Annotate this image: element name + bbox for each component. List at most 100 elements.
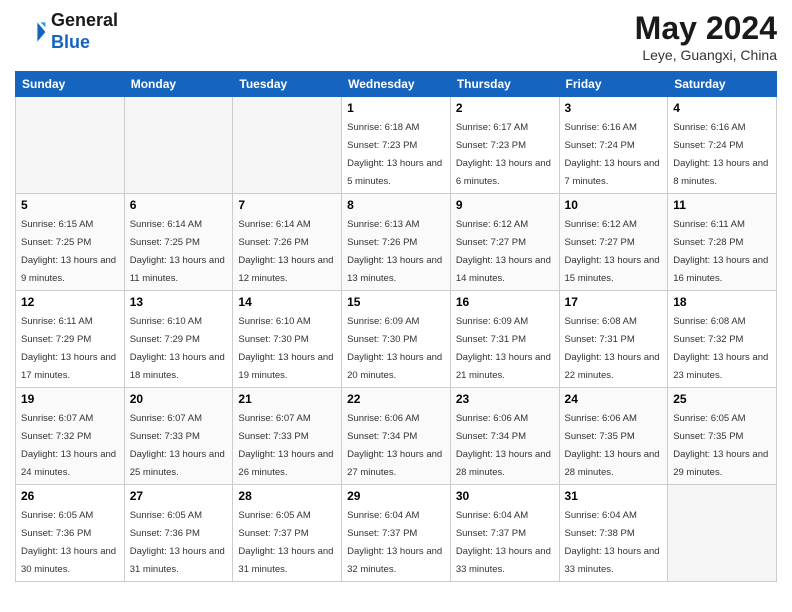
calendar-cell: 6 Sunrise: 6:14 AMSunset: 7:25 PMDaylight… <box>124 194 233 291</box>
cell-info: Sunrise: 6:04 AMSunset: 7:37 PMDaylight:… <box>347 510 442 575</box>
cell-info: Sunrise: 6:12 AMSunset: 7:27 PMDaylight:… <box>565 219 660 284</box>
calendar-cell: 21 Sunrise: 6:07 AMSunset: 7:33 PMDayligh… <box>233 388 342 485</box>
calendar-cell: 5 Sunrise: 6:15 AMSunset: 7:25 PMDaylight… <box>16 194 125 291</box>
calendar-week-1: 1Sunrise: 6:18 AMSunset: 7:23 PMDaylight… <box>16 97 777 194</box>
cell-info: Sunrise: 6:06 AMSunset: 7:35 PMDaylight:… <box>565 413 660 478</box>
day-number: 18 <box>673 295 771 309</box>
cell-info: Sunrise: 6:10 AMSunset: 7:29 PMDaylight:… <box>130 316 225 381</box>
col-monday: Monday <box>124 72 233 97</box>
day-number: 4 <box>673 101 771 115</box>
calendar-cell: 14Sunrise: 6:10 AMSunset: 7:30 PMDayligh… <box>233 291 342 388</box>
calendar-cell <box>668 485 777 582</box>
day-number: 27 <box>130 489 228 503</box>
day-number: 22 <box>347 392 445 406</box>
cell-info: Sunrise: 6:15 AMSunset: 7:25 PMDaylight:… <box>21 219 116 284</box>
cell-info: Sunrise: 6:11 AMSunset: 7:29 PMDaylight:… <box>21 316 116 381</box>
cell-info: Sunrise: 6:04 AMSunset: 7:38 PMDaylight:… <box>565 510 660 575</box>
cell-info: Sunrise: 6:05 AMSunset: 7:36 PMDaylight:… <box>130 510 225 575</box>
day-number: 14 <box>238 295 336 309</box>
calendar-cell: 1Sunrise: 6:18 AMSunset: 7:23 PMDaylight… <box>342 97 451 194</box>
cell-info: Sunrise: 6:07 AMSunset: 7:33 PMDaylight:… <box>130 413 225 478</box>
day-number: 11 <box>673 198 771 212</box>
day-number: 30 <box>456 489 554 503</box>
day-number: 19 <box>21 392 119 406</box>
calendar-cell <box>16 97 125 194</box>
day-number: 24 <box>565 392 663 406</box>
day-number: 15 <box>347 295 445 309</box>
calendar-cell <box>233 97 342 194</box>
col-wednesday: Wednesday <box>342 72 451 97</box>
calendar-week-3: 12 Sunrise: 6:11 AMSunset: 7:29 PMDayligh… <box>16 291 777 388</box>
cell-info: Sunrise: 6:14 AMSunset: 7:25 PMDaylight:… <box>130 219 225 284</box>
header-row: Sunday Monday Tuesday Wednesday Thursday… <box>16 72 777 97</box>
logo: General Blue <box>15 10 118 53</box>
cell-info: Sunrise: 6:16 AMSunset: 7:24 PMDaylight:… <box>565 122 660 187</box>
calendar-cell: 20 Sunrise: 6:07 AMSunset: 7:33 PMDayligh… <box>124 388 233 485</box>
calendar-cell: 16Sunrise: 6:09 AMSunset: 7:31 PMDayligh… <box>450 291 559 388</box>
calendar-cell: 9Sunrise: 6:12 AMSunset: 7:27 PMDaylight… <box>450 194 559 291</box>
calendar-week-5: 26 Sunrise: 6:05 AMSunset: 7:36 PMDayligh… <box>16 485 777 582</box>
cell-info: Sunrise: 6:05 AMSunset: 7:35 PMDaylight:… <box>673 413 768 478</box>
calendar-cell: 22 Sunrise: 6:06 AMSunset: 7:34 PMDayligh… <box>342 388 451 485</box>
calendar-cell: 19Sunrise: 6:07 AMSunset: 7:32 PMDayligh… <box>16 388 125 485</box>
calendar-cell: 2 Sunrise: 6:17 AMSunset: 7:23 PMDaylight… <box>450 97 559 194</box>
cell-info: Sunrise: 6:06 AMSunset: 7:34 PMDaylight:… <box>347 413 442 478</box>
cell-info: Sunrise: 6:05 AMSunset: 7:37 PMDaylight:… <box>238 510 333 575</box>
cell-info: Sunrise: 6:11 AMSunset: 7:28 PMDaylight:… <box>673 219 768 284</box>
day-number: 29 <box>347 489 445 503</box>
calendar-cell: 30 Sunrise: 6:04 AMSunset: 7:37 PMDayligh… <box>450 485 559 582</box>
header: General Blue May 2024 Leye, Guangxi, Chi… <box>15 10 777 63</box>
calendar-week-4: 19Sunrise: 6:07 AMSunset: 7:32 PMDayligh… <box>16 388 777 485</box>
day-number: 26 <box>21 489 119 503</box>
day-number: 6 <box>130 198 228 212</box>
cell-info: Sunrise: 6:06 AMSunset: 7:34 PMDaylight:… <box>456 413 551 478</box>
main-container: General Blue May 2024 Leye, Guangxi, Chi… <box>0 0 792 592</box>
title-block: May 2024 Leye, Guangxi, China <box>635 10 777 63</box>
logo-text: General Blue <box>51 10 118 53</box>
day-number: 9 <box>456 198 554 212</box>
col-sunday: Sunday <box>16 72 125 97</box>
calendar-cell: 18Sunrise: 6:08 AMSunset: 7:32 PMDayligh… <box>668 291 777 388</box>
calendar-cell: 29 Sunrise: 6:04 AMSunset: 7:37 PMDayligh… <box>342 485 451 582</box>
day-number: 5 <box>21 198 119 212</box>
day-number: 7 <box>238 198 336 212</box>
day-number: 13 <box>130 295 228 309</box>
day-number: 12 <box>21 295 119 309</box>
calendar-cell: 11 Sunrise: 6:11 AMSunset: 7:28 PMDayligh… <box>668 194 777 291</box>
calendar-table: Sunday Monday Tuesday Wednesday Thursday… <box>15 71 777 582</box>
cell-info: Sunrise: 6:13 AMSunset: 7:26 PMDaylight:… <box>347 219 442 284</box>
cell-info: Sunrise: 6:08 AMSunset: 7:31 PMDaylight:… <box>565 316 660 381</box>
col-thursday: Thursday <box>450 72 559 97</box>
calendar-cell: 3 Sunrise: 6:16 AMSunset: 7:24 PMDaylight… <box>559 97 668 194</box>
day-number: 10 <box>565 198 663 212</box>
cell-info: Sunrise: 6:18 AMSunset: 7:23 PMDaylight:… <box>347 122 442 187</box>
calendar-cell: 12 Sunrise: 6:11 AMSunset: 7:29 PMDayligh… <box>16 291 125 388</box>
day-number: 3 <box>565 101 663 115</box>
day-number: 23 <box>456 392 554 406</box>
day-number: 2 <box>456 101 554 115</box>
cell-info: Sunrise: 6:09 AMSunset: 7:30 PMDaylight:… <box>347 316 442 381</box>
logo-icon <box>15 16 47 48</box>
cell-info: Sunrise: 6:17 AMSunset: 7:23 PMDaylight:… <box>456 122 551 187</box>
day-number: 25 <box>673 392 771 406</box>
col-tuesday: Tuesday <box>233 72 342 97</box>
calendar-cell <box>124 97 233 194</box>
day-number: 20 <box>130 392 228 406</box>
cell-info: Sunrise: 6:07 AMSunset: 7:33 PMDaylight:… <box>238 413 333 478</box>
calendar-cell: 10 Sunrise: 6:12 AMSunset: 7:27 PMDayligh… <box>559 194 668 291</box>
day-number: 21 <box>238 392 336 406</box>
calendar-cell: 15 Sunrise: 6:09 AMSunset: 7:30 PMDayligh… <box>342 291 451 388</box>
cell-info: Sunrise: 6:04 AMSunset: 7:37 PMDaylight:… <box>456 510 551 575</box>
cell-info: Sunrise: 6:09 AMSunset: 7:31 PMDaylight:… <box>456 316 551 381</box>
calendar-cell: 7Sunrise: 6:14 AMSunset: 7:26 PMDaylight… <box>233 194 342 291</box>
location: Leye, Guangxi, China <box>635 47 777 63</box>
day-number: 31 <box>565 489 663 503</box>
calendar-cell: 17 Sunrise: 6:08 AMSunset: 7:31 PMDayligh… <box>559 291 668 388</box>
day-number: 8 <box>347 198 445 212</box>
calendar-cell: 4Sunrise: 6:16 AMSunset: 7:24 PMDaylight… <box>668 97 777 194</box>
calendar-cell: 31 Sunrise: 6:04 AMSunset: 7:38 PMDayligh… <box>559 485 668 582</box>
calendar-cell: 25 Sunrise: 6:05 AMSunset: 7:35 PMDayligh… <box>668 388 777 485</box>
day-number: 17 <box>565 295 663 309</box>
calendar-week-2: 5 Sunrise: 6:15 AMSunset: 7:25 PMDaylight… <box>16 194 777 291</box>
day-number: 28 <box>238 489 336 503</box>
